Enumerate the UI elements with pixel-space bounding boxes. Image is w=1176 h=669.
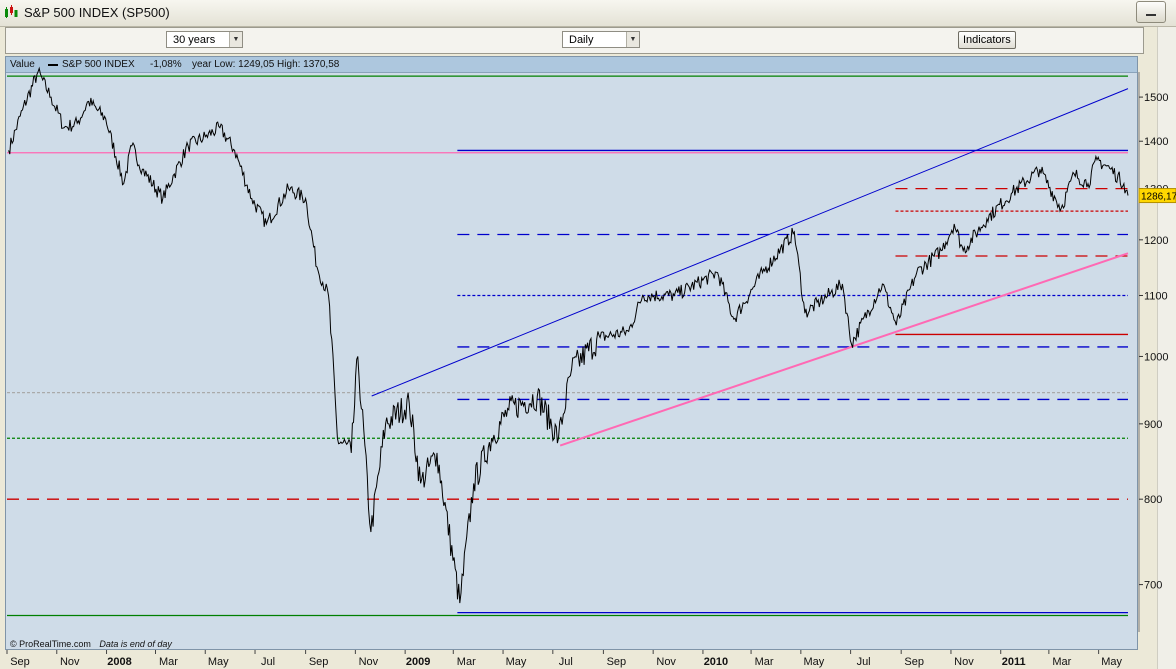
x-tick-label: 2008 xyxy=(107,656,131,668)
x-tick-label: Jul xyxy=(857,656,871,668)
y-tick-label: 700 xyxy=(1144,580,1162,592)
y-tick-label: 1000 xyxy=(1144,351,1168,363)
x-tick-label: Sep xyxy=(309,656,329,668)
x-tick-label: Mar xyxy=(159,656,178,668)
chart-footer: © ProRealTime.com Data is end of day xyxy=(10,639,172,649)
x-tick-label: Mar xyxy=(1052,656,1071,668)
x-tick-label: Sep xyxy=(607,656,627,668)
x-tick-label: May xyxy=(208,656,229,668)
x-tick-label: Nov xyxy=(60,656,80,668)
x-tick-label: 2010 xyxy=(704,656,728,668)
x-tick-label: Sep xyxy=(904,656,924,668)
last-price-label: 1286,17 xyxy=(1141,192,1176,203)
x-tick-label: May xyxy=(803,656,824,668)
price-series-line xyxy=(8,66,1129,604)
y-tick-label: 1100 xyxy=(1144,290,1168,302)
data-note: Data is end of day xyxy=(99,639,172,649)
price-chart[interactable]: 7008009001000110012001300140015001286,17… xyxy=(0,0,1176,669)
x-tick-label: May xyxy=(506,656,527,668)
x-tick-label: Mar xyxy=(457,656,476,668)
x-tick-label: Jul xyxy=(261,656,275,668)
y-tick-label: 1200 xyxy=(1144,235,1168,247)
y-tick-label: 800 xyxy=(1144,494,1162,506)
x-tick-label: 2011 xyxy=(1002,656,1026,668)
channel-trendline xyxy=(371,88,1129,397)
y-tick-label: 1500 xyxy=(1144,92,1168,104)
y-tick-label: 900 xyxy=(1144,419,1162,431)
x-tick-label: Nov xyxy=(656,656,676,668)
x-tick-label: Jul xyxy=(559,656,573,668)
x-tick-label: Nov xyxy=(359,656,379,668)
x-tick-label: Mar xyxy=(755,656,774,668)
y-tick-label: 1400 xyxy=(1144,136,1168,148)
support-trendline xyxy=(559,252,1129,447)
x-tick-label: 2009 xyxy=(406,656,430,668)
x-tick-label: Nov xyxy=(954,656,974,668)
x-tick-label: Sep xyxy=(10,656,30,668)
source-credit: © ProRealTime.com xyxy=(10,639,91,649)
x-tick-label: May xyxy=(1101,656,1122,668)
